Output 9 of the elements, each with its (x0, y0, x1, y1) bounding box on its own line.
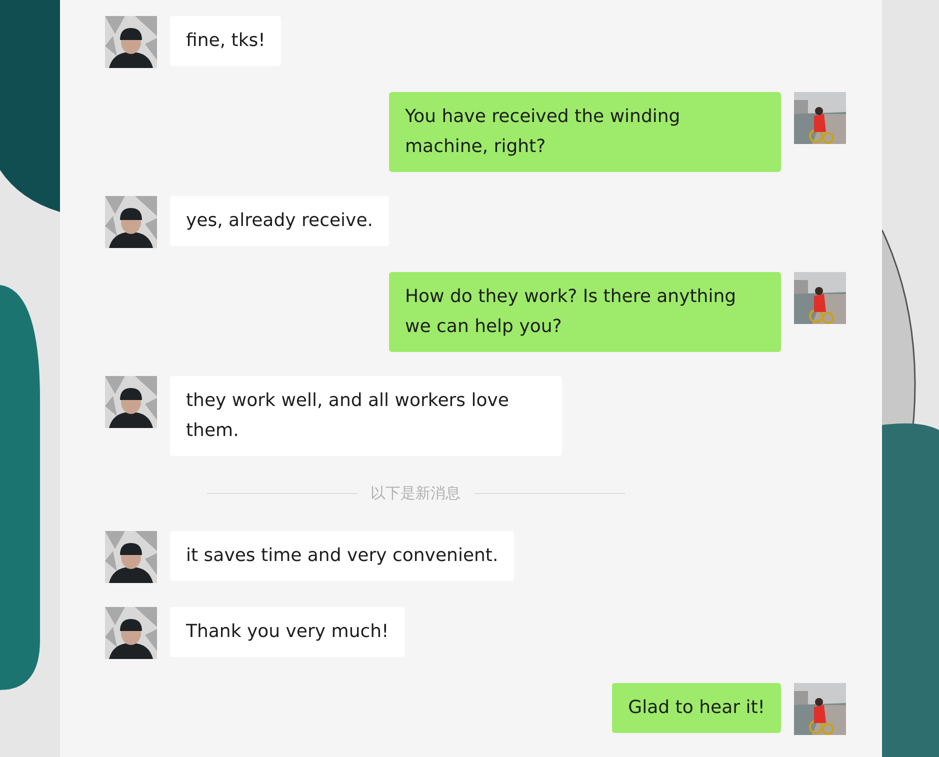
message-bubble: Glad to hear it! (612, 683, 781, 733)
new-messages-label: 以下是新消息 (370, 484, 460, 503)
message-bubble: You have received the winding machine, right? (389, 92, 781, 172)
message-bubble: fine, tks! (170, 16, 282, 66)
message-bubble: How do they work? Is there anything we can help you? (389, 272, 781, 352)
message-bubble: Thank you very much! (170, 607, 405, 657)
message-bubble: yes, already receive. (170, 196, 389, 246)
message-bubble: they work well, and all workers love them. (170, 376, 562, 456)
message-bubble: it saves time and very convenient. (170, 531, 514, 581)
